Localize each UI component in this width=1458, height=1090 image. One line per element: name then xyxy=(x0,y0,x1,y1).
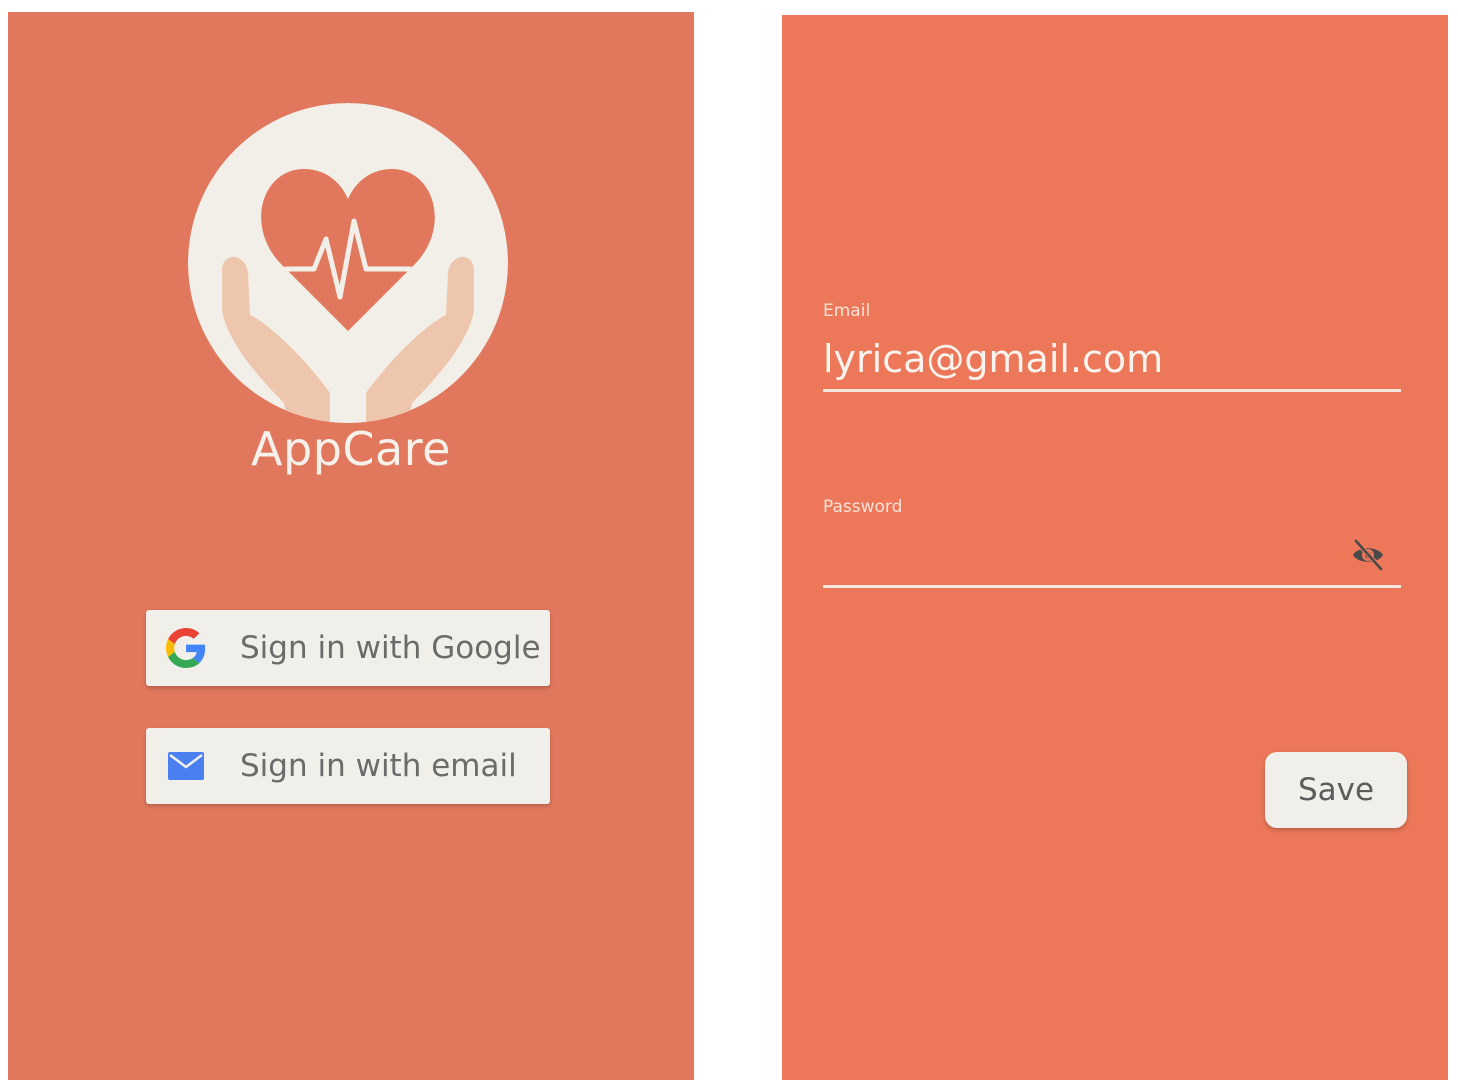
sign-in-email-button[interactable]: Sign in with email xyxy=(146,728,550,804)
email-input[interactable]: lyrica@gmail.com xyxy=(823,337,1163,381)
password-underline xyxy=(823,585,1401,588)
sign-in-google-button[interactable]: Sign in with Google xyxy=(146,610,550,686)
envelope-icon xyxy=(166,746,206,786)
email-label: Email xyxy=(823,301,871,321)
google-g-icon xyxy=(166,628,206,668)
eye-off-icon[interactable] xyxy=(1350,537,1386,573)
account-form-screen: Email lyrica@gmail.com Password Save xyxy=(782,15,1448,1080)
password-label: Password xyxy=(823,497,903,517)
heart-in-hands-icon xyxy=(188,103,508,423)
password-input[interactable] xyxy=(823,531,1343,581)
sign-in-google-label: Sign in with Google xyxy=(240,630,541,666)
app-name: AppCare xyxy=(251,422,451,476)
email-underline xyxy=(823,389,1401,392)
save-button[interactable]: Save xyxy=(1265,752,1407,828)
sign-in-email-label: Sign in with email xyxy=(240,748,517,784)
login-screen: AppCare Sign in with Google Sign in with… xyxy=(8,12,694,1080)
